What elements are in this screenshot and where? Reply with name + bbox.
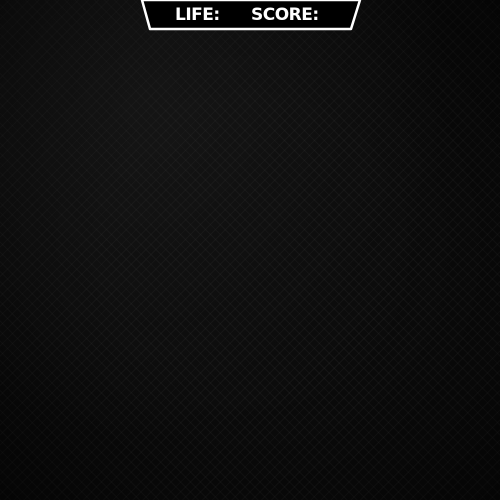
life-label: LIFE: xyxy=(175,5,220,25)
game-canvas[interactable]: LIFE: SCORE: xyxy=(0,0,500,500)
hud-panel: LIFE: SCORE: xyxy=(140,0,362,32)
score-label: SCORE: xyxy=(251,5,319,25)
